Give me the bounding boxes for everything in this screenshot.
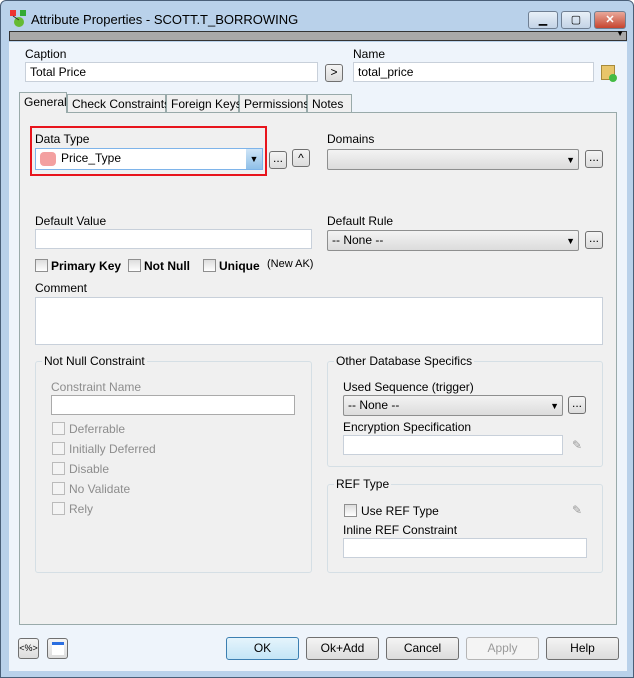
disable-label: Disable [69,462,110,476]
no-validate-label: No Validate [69,482,131,496]
ref-type-group: REF Type Use REF Type ✎ Inline REF Const… [327,477,603,573]
app-icon [10,10,28,28]
encryption-label: Encryption Specification [343,420,472,434]
help-button[interactable]: Help [546,637,619,660]
cancel-button[interactable]: Cancel [386,637,459,660]
domains-browse-button[interactable]: ... [585,150,603,168]
macro-button[interactable]: <%> [18,638,39,659]
used-sequence-combo[interactable]: -- None -- ▼ [343,395,563,416]
default-rule-browse-button[interactable]: ... [585,231,603,249]
inline-ref-label: Inline REF Constraint [343,523,458,537]
tab-permissions[interactable]: Permissions [239,94,309,112]
initially-deferred-checkbox[interactable] [52,442,65,455]
dialog-body: Caption Total Price > Name total_price G… [9,42,627,671]
unique-label: Unique [219,259,260,273]
use-ref-type-label: Use REF Type [361,504,439,518]
initially-deferred-label: Initially Deferred [69,442,156,456]
unique-checkbox[interactable] [203,259,216,272]
chevron-down-icon: ▼ [566,236,575,246]
inline-ref-input[interactable] [343,538,587,558]
tab-foreign-keys[interactable]: Foreign Keys [166,94,242,112]
constraint-name-label: Constraint Name [51,380,142,394]
chevron-down-icon[interactable]: ▼ [246,149,262,169]
not-null-constraint-title: Not Null Constraint [42,354,147,368]
chevron-down-icon: ▼ [550,401,559,411]
data-type-up-button[interactable]: ^ [292,149,310,167]
maximize-button[interactable]: ▢ [561,11,591,29]
encryption-input[interactable] [343,435,563,455]
data-type-combo[interactable]: Price_Type ▼ [35,148,263,170]
data-type-icon [40,152,56,166]
disable-checkbox[interactable] [52,462,65,475]
used-sequence-browse-button[interactable]: ... [568,396,586,414]
dialog-window: Attribute Properties - SCOTT.T_BORROWING… [0,0,634,678]
ref-type-title: REF Type [334,477,392,491]
rely-checkbox[interactable] [52,502,65,515]
default-value-label: Default Value [35,214,107,228]
pencil-icon[interactable]: ✎ [572,503,582,517]
deferrable-checkbox[interactable] [52,422,65,435]
close-button[interactable]: ✕ [594,11,626,29]
domains-label: Domains [327,132,375,146]
other-db-title: Other Database Specifics [334,354,475,368]
tab-general[interactable]: General [19,92,67,113]
primary-key-checkbox[interactable] [35,259,48,272]
default-rule-value: -- None -- [332,233,384,247]
default-rule-combo[interactable]: -- None -- ▼ [327,230,579,251]
used-sequence-label: Used Sequence (trigger) [343,380,474,394]
properties-icon-button[interactable] [47,638,68,659]
default-value-input[interactable] [35,229,312,249]
minimize-button[interactable]: ▁ [528,11,558,29]
deferrable-label: Deferrable [69,422,126,436]
ok-add-button[interactable]: Ok+Add [306,637,379,660]
other-db-group: Other Database Specifics Used Sequence (… [327,354,603,467]
use-ref-type-checkbox[interactable] [344,504,357,517]
dropdown-arrow-icon[interactable]: ▼ [616,29,624,38]
copy-caption-button[interactable]: > [325,64,343,82]
not-null-label: Not Null [144,259,190,273]
tab-notes[interactable]: Notes [307,94,352,112]
data-type-label: Data Type [35,132,90,146]
caption-input[interactable]: Total Price [25,62,318,82]
comment-label: Comment [35,281,88,295]
toolbar-strip[interactable]: ▼ [9,29,627,41]
name-label: Name [353,47,386,61]
apply-button[interactable]: Apply [466,637,539,660]
used-sequence-value: -- None -- [348,398,400,412]
data-type-browse-button[interactable]: ... [269,151,287,169]
not-null-constraint-group: Not Null Constraint Constraint Name Defe… [35,354,312,573]
rely-label: Rely [69,502,94,516]
domains-combo[interactable]: ▼ [327,149,579,170]
general-panel: Data Type Price_Type ▼ ... ^ Domains ▼ .… [19,112,617,625]
name-check-icon[interactable] [601,65,617,82]
pencil-icon[interactable]: ✎ [572,438,582,452]
constraint-name-input[interactable] [51,395,295,415]
tab-check-constraints[interactable]: Check Constraints [67,94,170,112]
not-null-checkbox[interactable] [128,259,141,272]
default-rule-label: Default Rule [327,214,394,228]
window-title: Attribute Properties - SCOTT.T_BORROWING [31,12,299,27]
primary-key-label: Primary Key [51,259,122,273]
chevron-down-icon: ▼ [566,155,575,165]
caption-label: Caption [25,47,67,61]
no-validate-checkbox[interactable] [52,482,65,495]
new-ak-label: (New AK) [267,258,314,270]
ok-button[interactable]: OK [226,637,299,660]
comment-textarea[interactable] [35,297,603,345]
data-type-value: Price_Type [61,151,122,165]
properties-icon [52,642,64,655]
name-input[interactable]: total_price [353,62,594,82]
